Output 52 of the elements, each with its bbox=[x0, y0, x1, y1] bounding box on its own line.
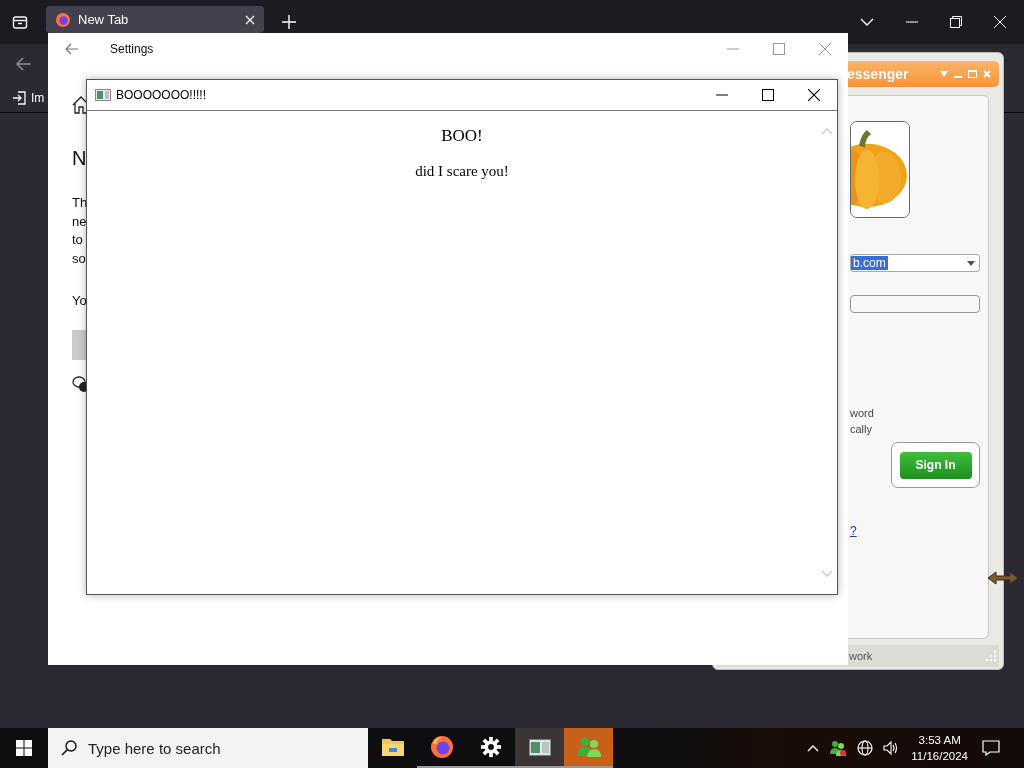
close-icon[interactable] bbox=[808, 89, 820, 101]
note-text: Yo bbox=[72, 293, 87, 308]
description-text: so bbox=[72, 249, 87, 268]
clock-time: 3:53 AM bbox=[918, 733, 961, 748]
back-arrow-icon[interactable] bbox=[65, 43, 79, 55]
browser-tab[interactable]: New Tab bbox=[46, 6, 264, 33]
clock-date: 11/16/2024 bbox=[911, 749, 968, 764]
description-text: to bbox=[72, 231, 84, 249]
window-icon bbox=[528, 738, 551, 756]
taskbar-app[interactable] bbox=[515, 728, 564, 768]
folder-icon bbox=[380, 737, 405, 757]
search-field[interactable]: Type here to search bbox=[48, 728, 368, 768]
maximize-icon[interactable] bbox=[762, 89, 774, 101]
window-title: BOOOOOOO!!!!! bbox=[116, 88, 206, 102]
back-arrow-icon[interactable] bbox=[16, 57, 32, 71]
buddies-icon[interactable] bbox=[829, 740, 848, 756]
page-heading: N bbox=[72, 147, 87, 170]
firefox-icon bbox=[55, 11, 71, 28]
clock[interactable]: 3:53 AM 11/16/2024 bbox=[911, 732, 968, 764]
import-icon bbox=[12, 91, 26, 105]
new-tab-icon[interactable] bbox=[282, 15, 296, 29]
chevron-up-icon[interactable] bbox=[807, 744, 820, 752]
resize-grip-icon[interactable] bbox=[985, 650, 997, 662]
password-field[interactable] bbox=[850, 295, 980, 313]
tab-list-icon[interactable] bbox=[12, 14, 28, 30]
buddies-icon bbox=[575, 736, 602, 758]
window-icon bbox=[95, 89, 111, 101]
firefox-icon bbox=[429, 735, 454, 759]
bookmark-item[interactable]: Im bbox=[12, 91, 45, 105]
status-text: work bbox=[849, 650, 873, 662]
window-title: essenger bbox=[847, 66, 909, 82]
tab-title: New Tab bbox=[78, 12, 130, 27]
windows-logo-icon[interactable] bbox=[16, 740, 32, 756]
option-label: cally bbox=[850, 423, 873, 435]
speaker-icon[interactable] bbox=[883, 741, 900, 755]
description-text: Th bbox=[72, 194, 88, 212]
search-icon bbox=[61, 740, 77, 756]
description-text: ne bbox=[72, 212, 88, 231]
selected-text: b.com bbox=[851, 256, 888, 270]
message-heading: BOO! bbox=[441, 126, 483, 146]
resize-cursor-icon bbox=[987, 571, 1019, 585]
chevron-down-icon[interactable] bbox=[860, 18, 874, 26]
notification-icon[interactable] bbox=[982, 740, 1000, 756]
gear-icon bbox=[479, 736, 502, 758]
account-dropdown[interactable]: b.com bbox=[850, 254, 980, 272]
globe-icon[interactable] bbox=[857, 740, 874, 756]
option-label: word bbox=[850, 407, 875, 419]
help-link[interactable]: ? bbox=[850, 524, 857, 538]
restore-icon[interactable] bbox=[950, 16, 962, 28]
caret-icon[interactable] bbox=[967, 260, 975, 266]
window-title: Settings bbox=[110, 42, 154, 56]
message-text: did I scare you! bbox=[415, 163, 509, 180]
